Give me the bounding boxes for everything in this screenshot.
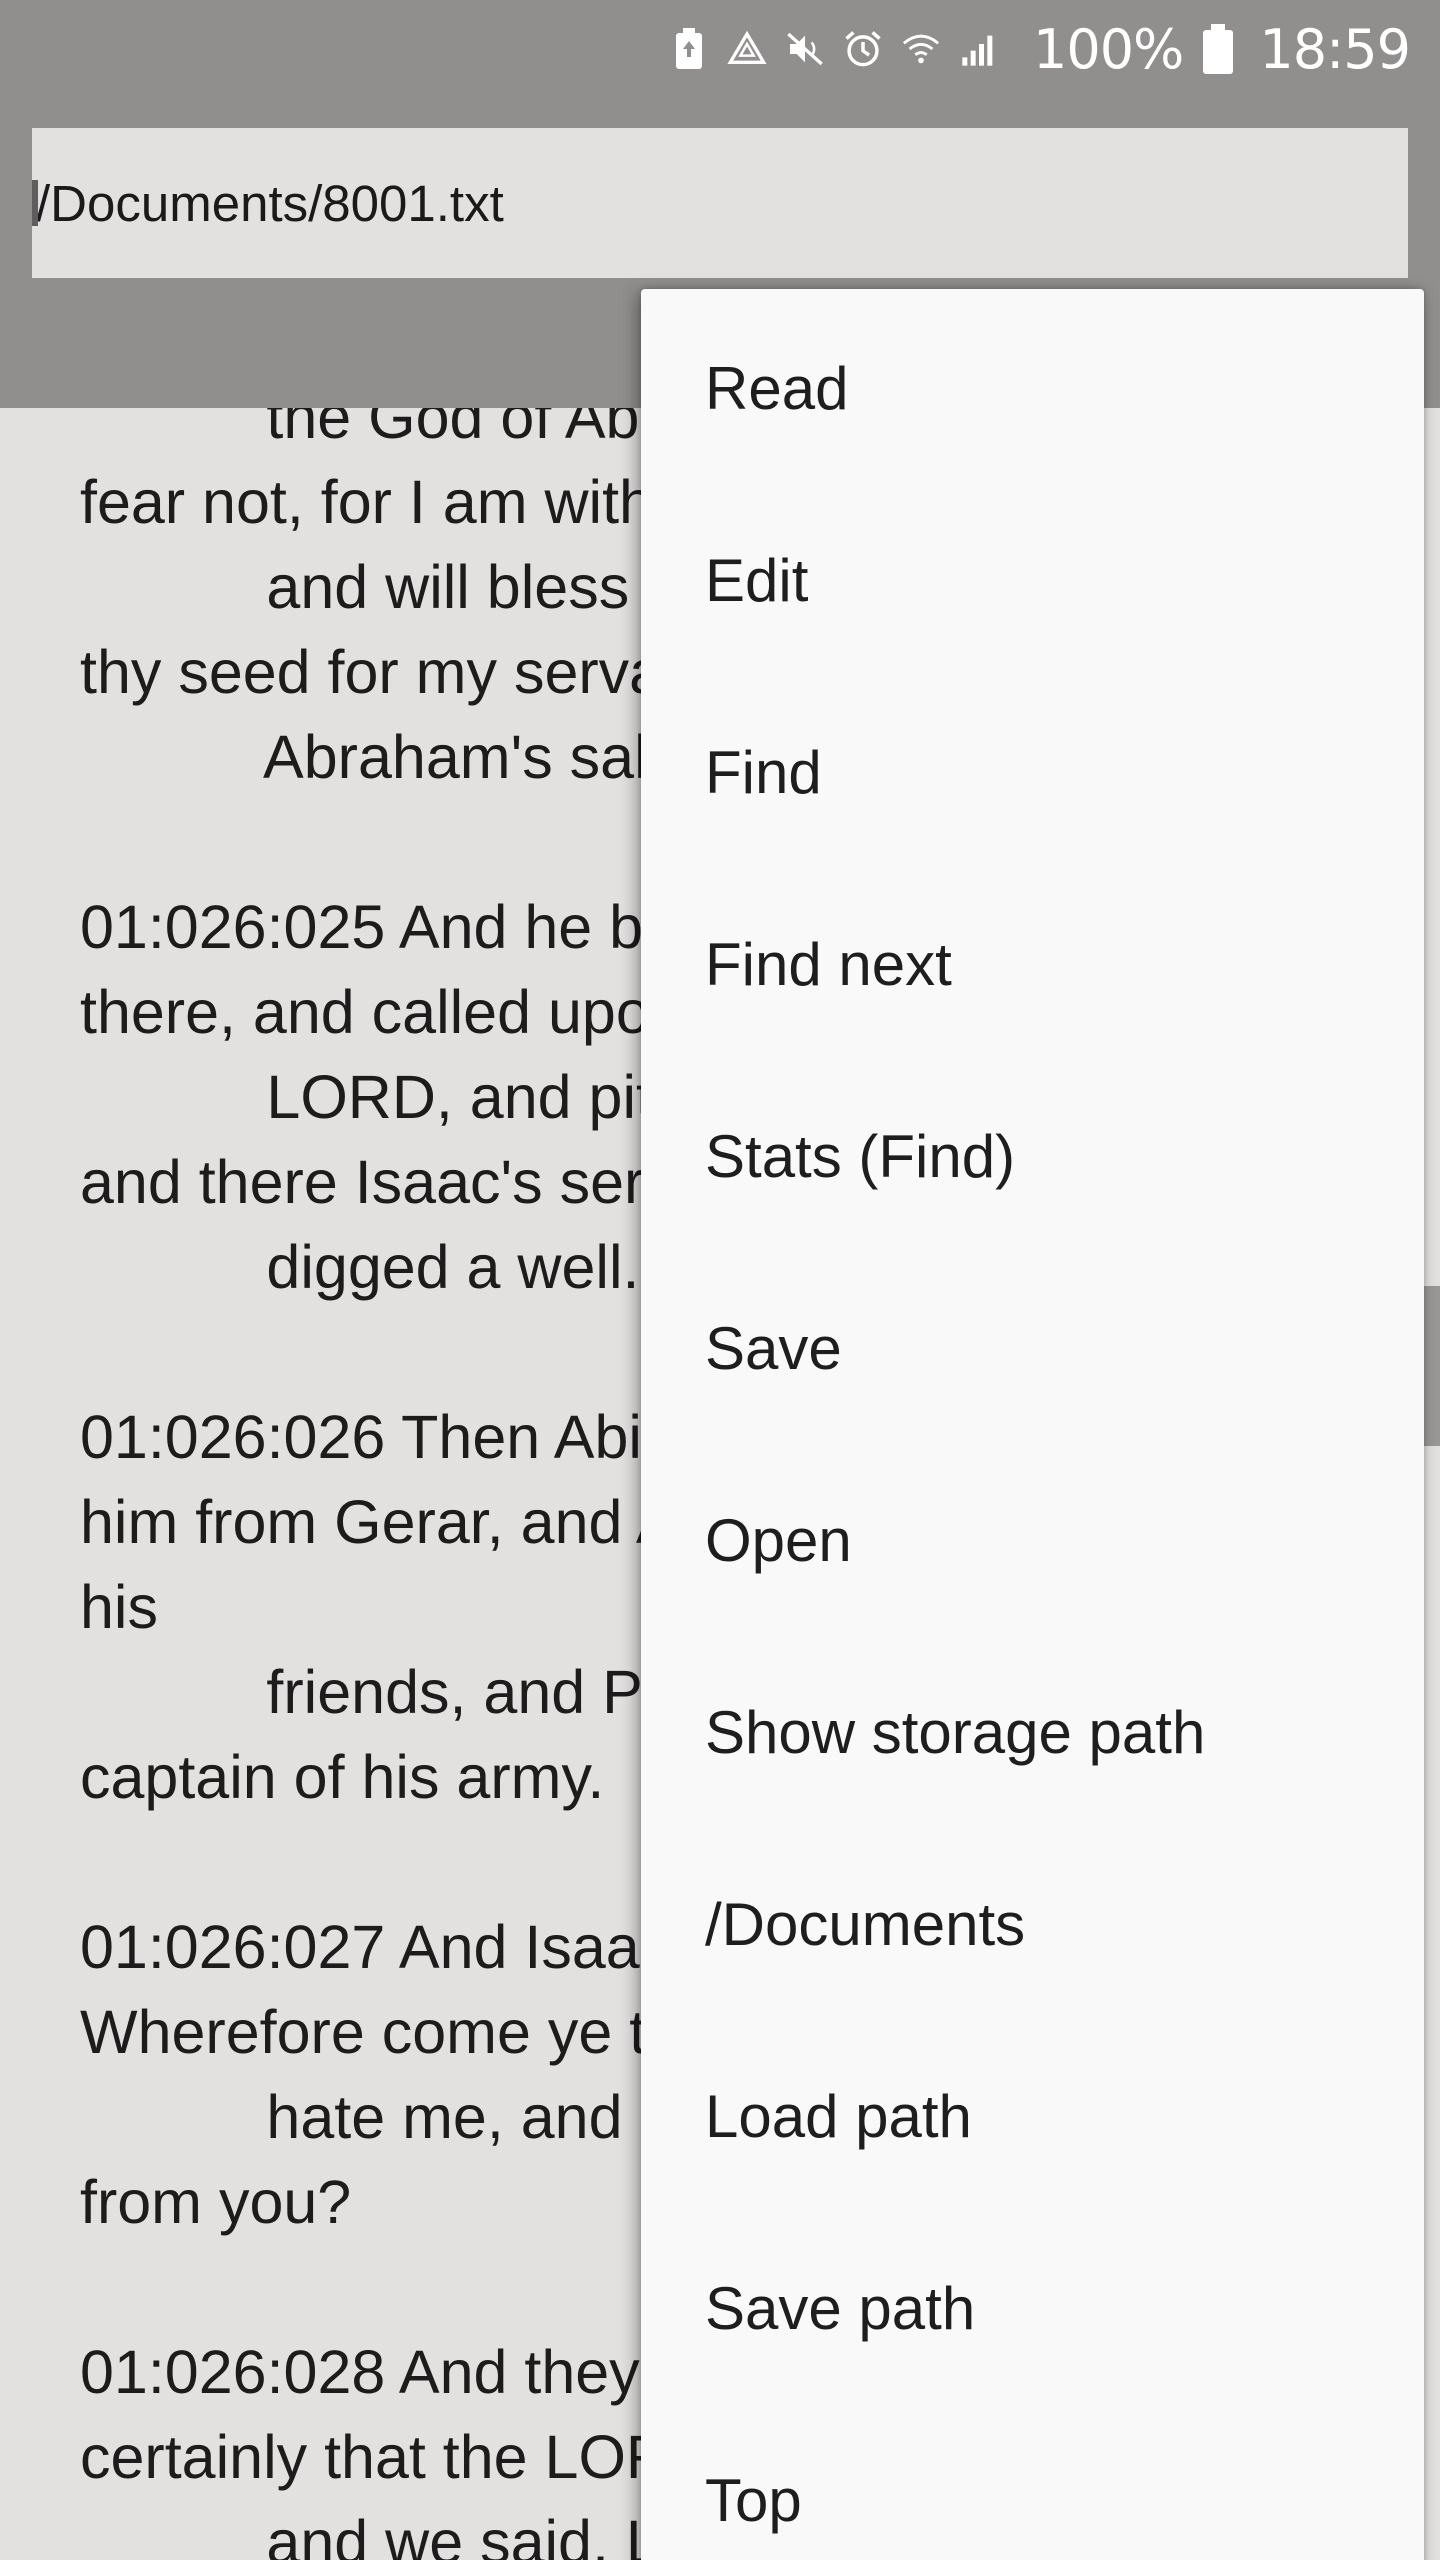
menu-item-find-next[interactable]: Find next xyxy=(641,865,1424,1057)
clock: 18:59 xyxy=(1259,17,1411,81)
battery-icon xyxy=(1201,22,1235,76)
scrollbar-thumb[interactable] xyxy=(1424,1286,1440,1446)
battery-percent: 100% xyxy=(1032,17,1184,81)
file-path-input[interactable]: /Documents/8001.txt xyxy=(32,128,1408,278)
menu-item-read[interactable]: Read xyxy=(641,289,1424,481)
file-path-value: /Documents/8001.txt xyxy=(36,174,504,232)
recycle-icon xyxy=(727,27,767,71)
menu-item-edit[interactable]: Edit xyxy=(641,481,1424,673)
status-icons xyxy=(669,27,999,71)
overflow-menu: Read Edit Find Find next Stats (Find) Sa… xyxy=(641,289,1424,2560)
menu-item-load-path[interactable]: Load path xyxy=(641,2017,1424,2209)
alarm-icon xyxy=(843,27,883,71)
menu-item-save-path[interactable]: Save path xyxy=(641,2209,1424,2401)
menu-item-top[interactable]: Top xyxy=(641,2401,1424,2560)
menu-item-show-storage-path[interactable]: Show storage path xyxy=(641,1633,1424,1825)
menu-item-open[interactable]: Open xyxy=(641,1441,1424,1633)
menu-item-documents[interactable]: /Documents xyxy=(641,1825,1424,2017)
menu-item-find[interactable]: Find xyxy=(641,673,1424,865)
menu-item-stats-find[interactable]: Stats (Find) xyxy=(641,1057,1424,1249)
battery-saver-icon xyxy=(669,27,709,71)
vibrate-mute-icon xyxy=(785,27,825,71)
wifi-icon xyxy=(901,27,941,71)
text-cursor xyxy=(32,180,38,226)
menu-item-save[interactable]: Save xyxy=(641,1249,1424,1441)
status-bar: 100% 18:59 xyxy=(0,0,1440,98)
signal-icon xyxy=(959,27,999,71)
